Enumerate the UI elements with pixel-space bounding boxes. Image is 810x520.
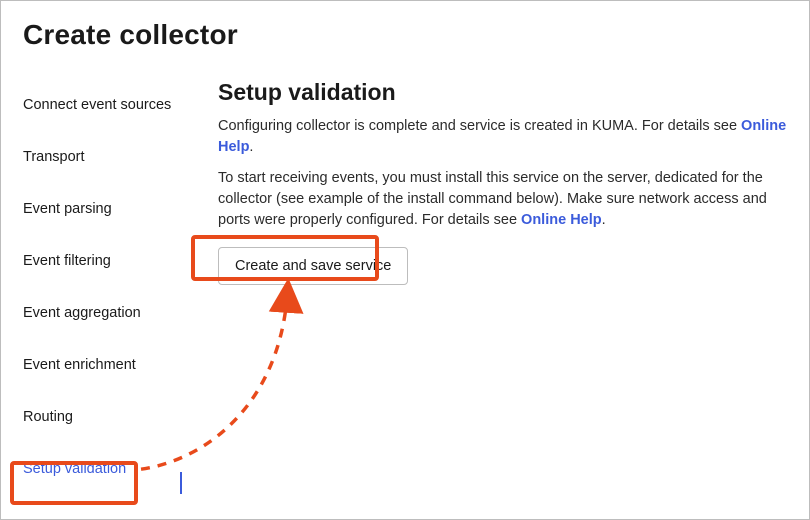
- para1-post: .: [249, 139, 253, 155]
- sidebar-item-setup-validation[interactable]: Setup validation: [23, 443, 198, 495]
- wizard-steps-sidebar: Connect event sources Transport Event pa…: [23, 79, 198, 495]
- sidebar-item-label: Connect event sources: [23, 97, 171, 113]
- sidebar-item-label: Event filtering: [23, 253, 111, 269]
- sidebar-item-event-filtering[interactable]: Event filtering: [23, 235, 198, 287]
- sidebar-item-label: Event parsing: [23, 201, 112, 217]
- main-heading: Setup validation: [218, 79, 787, 106]
- description-paragraph-2: To start receiving events, you must inst…: [218, 168, 787, 231]
- online-help-link[interactable]: Online Help: [521, 212, 602, 228]
- create-and-save-service-button[interactable]: Create and save service: [218, 247, 408, 285]
- sidebar-item-routing[interactable]: Routing: [23, 391, 198, 443]
- sidebar-item-event-enrichment[interactable]: Event enrichment: [23, 339, 198, 391]
- para1-pre: Configuring collector is complete and se…: [218, 118, 741, 134]
- description-paragraph-1: Configuring collector is complete and se…: [218, 116, 787, 158]
- sidebar-item-label: Routing: [23, 409, 73, 425]
- para2-post: .: [602, 212, 606, 228]
- sidebar-item-label: Event enrichment: [23, 357, 136, 373]
- sidebar-item-event-parsing[interactable]: Event parsing: [23, 183, 198, 235]
- para2-pre: To start receiving events, you must inst…: [218, 170, 767, 228]
- page-title: Create collector: [1, 1, 809, 79]
- main-panel: Setup validation Configuring collector i…: [198, 79, 787, 495]
- sidebar-item-label: Setup validation: [23, 461, 126, 477]
- sidebar-item-label: Event aggregation: [23, 305, 141, 321]
- sidebar-item-transport[interactable]: Transport: [23, 131, 198, 183]
- sidebar-item-label: Transport: [23, 149, 85, 165]
- sidebar-item-event-aggregation[interactable]: Event aggregation: [23, 287, 198, 339]
- sidebar-item-connect-event-sources[interactable]: Connect event sources: [23, 79, 198, 131]
